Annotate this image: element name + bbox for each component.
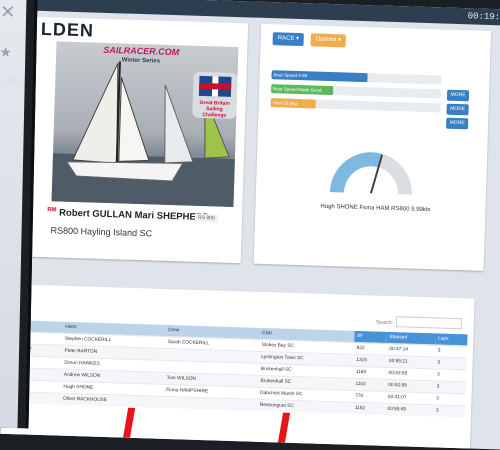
table-cell: [162, 396, 257, 411]
star-icon[interactable]: ★: [0, 44, 12, 61]
boat-card: LDEN SAILRACER.COM Winter Series Great B…: [25, 16, 249, 264]
crew-names-text: Robert GULLAN Mari SHEPHERD: [58, 207, 210, 224]
table-cell: Oliver BACKHOUSE: [59, 393, 164, 408]
column-header[interactable]: SF: [353, 330, 387, 344]
table-cell: Restronguet SC: [256, 399, 352, 414]
speed-bar-fill: Boat Speed 9.99: [271, 70, 368, 83]
water: [51, 153, 235, 207]
boat-photo: SAILRACER.COM Winter Series Great Britai…: [51, 41, 239, 207]
more-button[interactable]: MORE: [446, 89, 470, 102]
table-cell: 3: [434, 356, 467, 370]
results-table: ClassHelmCrewClubSFElapsedLaps RS400Step…: [5, 319, 468, 418]
table-cell: 1315: [353, 354, 387, 368]
table-cell: 3: [433, 392, 466, 406]
table-cell: 3: [433, 380, 467, 394]
table-cell: 1180: [352, 366, 386, 380]
table-cell: 1102: [352, 378, 386, 392]
app-screen: 00:19:5 LDEN SAILRACER.COM Winter Series…: [0, 0, 500, 450]
more-button[interactable]: MORE: [446, 103, 469, 116]
table-cell: 822: [353, 342, 387, 356]
uk-flag-icon: [198, 75, 232, 97]
speed-bars: Boat Speed 9.99 MORE Boat Speed Made Good M…: [261, 24, 491, 130]
club-name: RS800 Hayling Island SC: [50, 225, 153, 239]
crew-names: RM Robert GULLAN Mari SHEPHERD: [47, 207, 210, 223]
speed-bar: Boat Speed 9.99: [271, 70, 442, 85]
gb-challenge-badge: Great Britain Sailing Challenge: [192, 71, 238, 120]
table-cell: 3: [432, 404, 466, 418]
table-cell: 3: [433, 368, 467, 382]
speed-bar: Heel 10 deg: [270, 98, 441, 113]
speed-gauge: [329, 152, 412, 195]
jib: [118, 77, 150, 162]
sailboat-illustration: [51, 61, 235, 207]
class-tag: RS 800: [194, 213, 218, 223]
race-dropdown-button[interactable]: RACE ▾: [272, 32, 305, 47]
second-sail: [164, 84, 194, 164]
gauge-caption: Hugh SHONE Fiona HAM RS800 9.99kts: [320, 203, 431, 214]
close-icon[interactable]: ✕: [0, 2, 15, 23]
table-body: RS400Stephen COCKERILLSarah COCKERILLSto…: [5, 331, 468, 418]
mainsail: [72, 63, 119, 164]
clock: 00:19:5: [467, 11, 500, 23]
search-input[interactable]: [395, 316, 463, 330]
table-cell: 770: [351, 390, 385, 404]
table-cell: 1152: [351, 402, 385, 415]
table-cell: 3: [434, 344, 468, 358]
device-list-item[interactable]: [2, 77, 19, 85]
results-panel: Search: ClassHelmCrewClubSFElapsedLaps R…: [0, 283, 475, 450]
gauge-fill: [329, 152, 383, 193]
more-button[interactable]: MORE: [445, 117, 469, 130]
names-prefix: RM: [47, 207, 57, 214]
speed-bar-fill: Boat Speed Made Good: [271, 84, 333, 96]
speed-bar-fill: Heel 10 deg: [270, 98, 316, 109]
badge-caption: Great Britain Sailing Challenge: [199, 99, 230, 119]
speed-bar: Boat Speed Made Good: [271, 84, 442, 99]
column-header[interactable]: Laps: [434, 333, 468, 346]
search-label: Search:: [375, 319, 394, 327]
table-cell: 00:55:45: [384, 403, 434, 417]
brand-logo: LDEN: [40, 18, 95, 41]
device-screen: ✕ ★: [0, 0, 27, 429]
speed-card: RACE ▾ Options ▾ Boat Speed 9.99 MORE Boat…: [253, 23, 492, 271]
options-dropdown-button[interactable]: Options ▾: [310, 33, 347, 48]
